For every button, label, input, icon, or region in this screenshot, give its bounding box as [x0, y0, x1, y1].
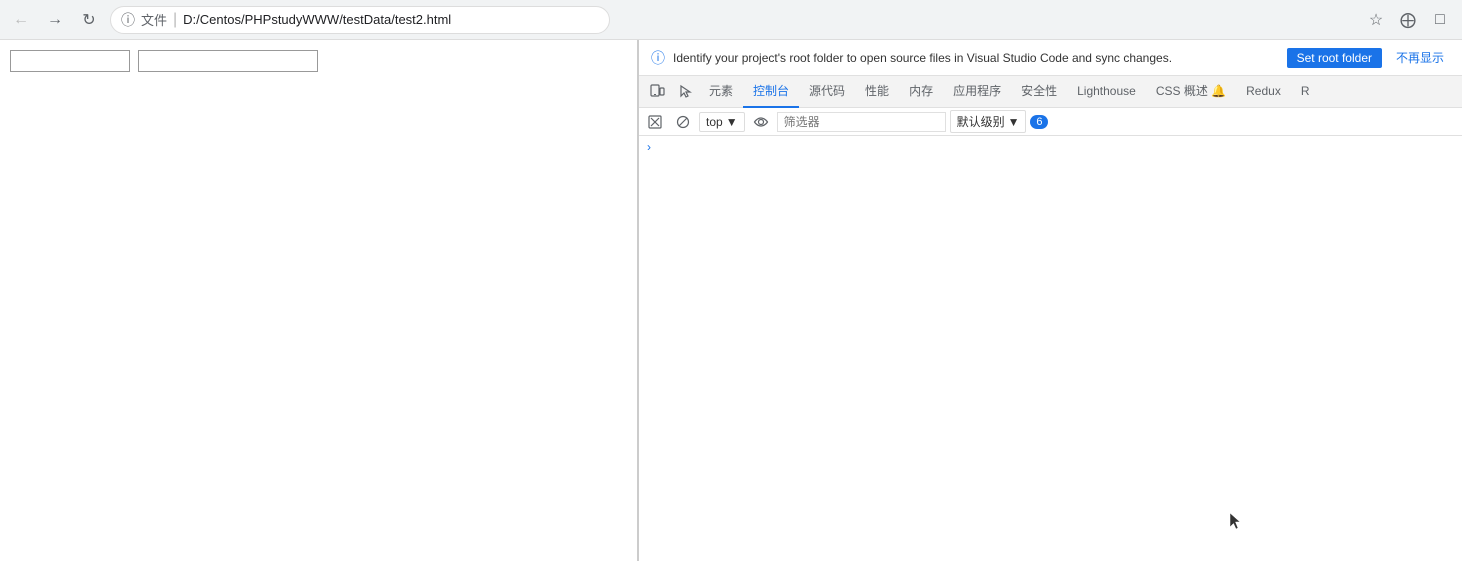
tab-device-toggle[interactable]: [643, 78, 671, 106]
eye-button[interactable]: [749, 110, 773, 134]
console-toolbar: top ▼ 默认级别 ▼ 6: [639, 108, 1462, 136]
page-content: [0, 40, 638, 561]
console-area[interactable]: ›: [639, 136, 1462, 561]
level-dropdown[interactable]: 默认级别 ▼: [950, 110, 1027, 133]
devtools-panel: ⓘ Identify your project's root folder to…: [638, 40, 1462, 561]
browser-actions: ☆ ⨁ □: [1362, 6, 1454, 34]
level-dropdown-arrow: ▼: [1008, 115, 1020, 129]
devtools-tabs: 元素 控制台 源代码 性能 内存 应用程序 安全性 Lighthouse: [639, 76, 1462, 108]
input-row: [10, 50, 627, 72]
forward-button[interactable]: →: [42, 7, 68, 33]
tab-memory[interactable]: 内存: [899, 76, 943, 108]
page-input-2[interactable]: [138, 50, 318, 72]
address-bar[interactable]: ⓘ 文件 | D:/Centos/PHPstudyWWW/testData/te…: [110, 6, 610, 34]
level-label: 默认级别: [957, 113, 1005, 130]
tab-more[interactable]: R: [1291, 76, 1320, 108]
tab-lighthouse[interactable]: Lighthouse: [1067, 76, 1146, 108]
tab-css-overview[interactable]: CSS 概述 🔔: [1146, 76, 1236, 108]
set-root-button[interactable]: Set root folder: [1287, 48, 1382, 68]
tab-sources[interactable]: 源代码: [799, 76, 855, 108]
address-separator: |: [173, 11, 177, 29]
info-icon: ⓘ: [121, 10, 135, 30]
context-dropdown[interactable]: top ▼: [699, 112, 745, 132]
tab-performance[interactable]: 性能: [855, 76, 899, 108]
tab-console[interactable]: 控制台: [743, 76, 799, 108]
address-text: D:/Centos/PHPstudyWWW/testData/test2.htm…: [183, 12, 599, 27]
dismiss-button[interactable]: 不再显示: [1390, 46, 1450, 69]
browser-chrome: ← → ↻ ⓘ 文件 | D:/Centos/PHPstudyWWW/testD…: [0, 0, 1462, 40]
main-area: ⓘ Identify your project's root folder to…: [0, 40, 1462, 561]
reload-button[interactable]: ↻: [76, 7, 102, 33]
back-button[interactable]: ←: [8, 7, 34, 33]
info-banner-text: Identify your project's root folder to o…: [673, 51, 1279, 65]
clear-console-button[interactable]: [643, 110, 667, 134]
console-badge: 6: [1030, 115, 1048, 129]
window-button[interactable]: □: [1426, 6, 1454, 34]
context-dropdown-arrow: ▼: [726, 115, 738, 129]
tab-redux[interactable]: Redux: [1236, 76, 1291, 108]
tab-inspect-element[interactable]: [671, 78, 699, 106]
filter-input[interactable]: [777, 112, 946, 132]
file-label: 文件: [141, 10, 167, 29]
tab-application[interactable]: 应用程序: [943, 76, 1011, 108]
tab-elements[interactable]: 元素: [699, 76, 743, 108]
extension-button[interactable]: ⨁: [1394, 6, 1422, 34]
page-input-1[interactable]: [10, 50, 130, 72]
block-icon-button[interactable]: [671, 110, 695, 134]
info-banner-icon: ⓘ: [651, 48, 665, 68]
info-banner: ⓘ Identify your project's root folder to…: [639, 40, 1462, 76]
bookmark-button[interactable]: ☆: [1362, 6, 1390, 34]
tab-security[interactable]: 安全性: [1011, 76, 1067, 108]
console-prompt[interactable]: ›: [639, 136, 1462, 158]
context-label: top: [706, 115, 723, 129]
